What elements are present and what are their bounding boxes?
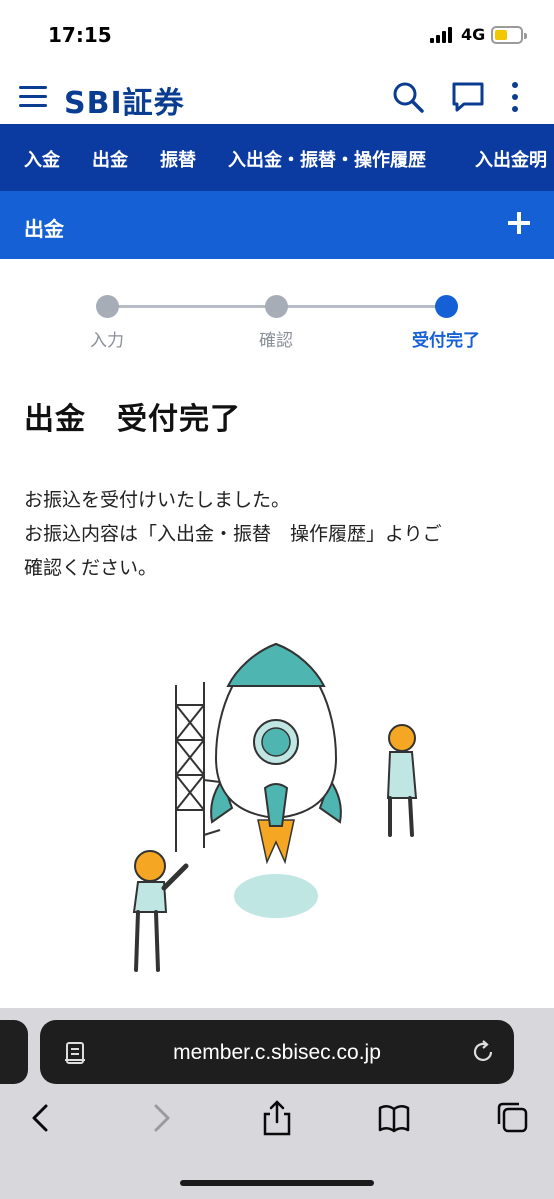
reload-icon[interactable] (470, 1039, 496, 1065)
message-line: お振込を受付けいたしました。 (24, 489, 291, 511)
signal-icon (430, 27, 454, 43)
step-dot-input (96, 295, 119, 318)
home-indicator (180, 1180, 374, 1186)
person-left (132, 850, 189, 972)
share-icon[interactable] (260, 1100, 294, 1136)
previous-tab[interactable] (0, 1020, 28, 1084)
message-line: 確認ください。 (24, 557, 158, 579)
step-connector (107, 305, 277, 308)
search-icon[interactable] (391, 80, 425, 114)
brand-logo[interactable]: SBI証券 (64, 78, 185, 122)
nav-item-withdrawal[interactable]: 出金 (92, 146, 128, 172)
progress-stepper: 入力 確認 受付完了 (0, 290, 554, 360)
top-nav: 入金 出金 振替 入出金・振替・操作履歴 入出金明 (0, 124, 554, 191)
address-bar[interactable]: member.c.sbisec.co.jp (40, 1020, 514, 1084)
person-right (386, 724, 418, 837)
step-connector (277, 305, 447, 308)
step-dot-complete (435, 295, 458, 318)
menu-icon[interactable] (19, 86, 47, 108)
step-label-complete: 受付完了 (412, 331, 480, 351)
rocket-illustration (132, 642, 418, 972)
step-dot-confirm (265, 295, 288, 318)
network-label: 4G (461, 25, 486, 44)
status-time: 17:15 (48, 23, 112, 47)
message-line: お振込内容は「入出金・振替 操作履歴」よりご (24, 523, 442, 545)
nav-item-history[interactable]: 入出金・振替・操作履歴 (228, 146, 426, 172)
url-text: member.c.sbisec.co.jp (173, 1041, 381, 1064)
launch-tower (175, 682, 221, 852)
back-icon[interactable] (24, 1100, 58, 1136)
plus-icon[interactable] (506, 210, 532, 236)
more-vertical-icon[interactable] (505, 80, 525, 114)
tabs-icon[interactable] (495, 1100, 529, 1136)
step-label-input: 入力 (90, 331, 124, 351)
nav-item-details[interactable]: 入出金明 (475, 146, 547, 172)
bookmarks-icon[interactable] (377, 1100, 411, 1136)
forward-icon[interactable] (144, 1100, 178, 1136)
launch-shadow (234, 874, 318, 918)
status-bar: 17:15 4G (0, 0, 554, 66)
page-title: 出金 受付完了 (24, 402, 241, 437)
section-title: 出金 (24, 217, 64, 241)
chat-icon[interactable] (451, 80, 485, 114)
rocket-nose (226, 642, 326, 687)
app-header: SBI証券 (0, 66, 554, 124)
section-bar[interactable]: 出金 (0, 191, 554, 259)
battery-icon (491, 26, 527, 44)
nav-item-deposit[interactable]: 入金 (24, 146, 60, 172)
nav-item-transfer[interactable]: 振替 (160, 146, 196, 172)
step-label-confirm: 確認 (259, 331, 293, 351)
completion-message: お振込を受付けいたしました。 お振込内容は「入出金・振替 操作履歴」よりご 確認… (24, 483, 534, 585)
